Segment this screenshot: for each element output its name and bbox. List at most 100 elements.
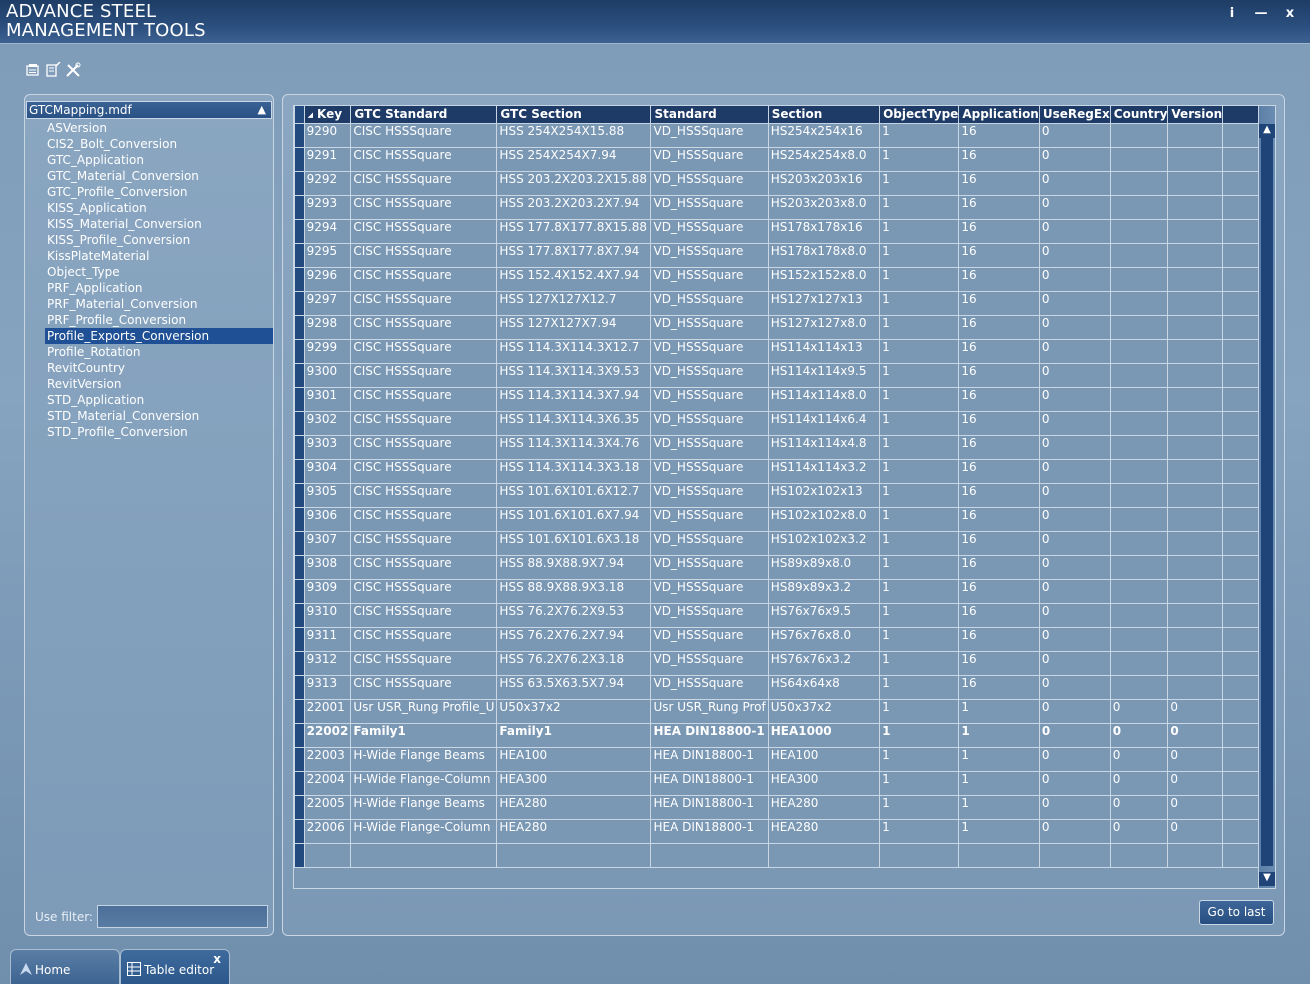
- table-cell[interactable]: 1: [879, 794, 960, 820]
- row-header[interactable]: [294, 146, 305, 172]
- table-cell[interactable]: 0: [1038, 146, 1111, 172]
- table-cell[interactable]: CISC HSSSquare: [350, 434, 498, 460]
- table-cell[interactable]: VD_HSSSquare: [650, 650, 769, 676]
- table-cell[interactable]: [1109, 578, 1169, 604]
- table-cell[interactable]: 0: [1167, 818, 1224, 844]
- table-cell[interactable]: 0: [1038, 410, 1111, 436]
- table-row[interactable]: 9297 CISC HSSSquare HSS 127X127X12.7 VD_HSS…: [294, 290, 1275, 316]
- row-header[interactable]: [294, 482, 305, 508]
- table-cell[interactable]: 16: [958, 506, 1040, 532]
- table-cell[interactable]: [1167, 290, 1224, 316]
- table-list-item[interactable]: Profile_Exports_Conversion: [45, 328, 273, 344]
- table-list-item[interactable]: PRF_Material_Conversion: [45, 296, 273, 312]
- minimize-button[interactable]: —: [1251, 6, 1271, 21]
- table-cell[interactable]: 16: [958, 338, 1040, 364]
- table-cell[interactable]: HS178x178x16: [767, 218, 881, 244]
- table-cell[interactable]: 0: [1038, 338, 1111, 364]
- table-cell[interactable]: [1109, 314, 1169, 340]
- table-cell[interactable]: [1109, 530, 1169, 556]
- table-cell[interactable]: 9299: [303, 338, 352, 364]
- table-list-item[interactable]: KISS_Application: [45, 200, 273, 216]
- table-cell[interactable]: 1: [879, 554, 960, 580]
- table-cell[interactable]: HSS 152.4X152.4X7.94: [496, 266, 652, 292]
- table-cell[interactable]: 0: [1109, 794, 1169, 820]
- table-cell[interactable]: HEA300: [767, 770, 881, 796]
- table-row[interactable]: 9309 CISC HSSSquare HSS 88.9X88.9X3.18 VD_H…: [294, 578, 1275, 604]
- table-cell[interactable]: 1: [879, 674, 960, 700]
- row-header[interactable]: [294, 122, 305, 148]
- table-row[interactable]: 22001 Usr USR_Rung Profile_U U50x37x2 Usr U…: [294, 698, 1275, 724]
- table-list-item[interactable]: Object_Type: [45, 264, 273, 280]
- table-cell[interactable]: VD_HSSSquare: [650, 338, 769, 364]
- table-cell[interactable]: [1109, 146, 1169, 172]
- row-header[interactable]: [294, 314, 305, 340]
- table-cell[interactable]: 16: [958, 650, 1040, 676]
- table-cell[interactable]: 0: [1038, 746, 1111, 772]
- table-cell[interactable]: VD_HSSSquare: [650, 290, 769, 316]
- table-cell[interactable]: HSS 76.2X76.2X7.94: [496, 626, 652, 652]
- table-list-item[interactable]: GTC_Material_Conversion: [45, 168, 273, 184]
- table-cell[interactable]: VD_HSSSquare: [650, 122, 769, 148]
- table-cell[interactable]: [1109, 290, 1169, 316]
- table-cell[interactable]: 16: [958, 146, 1040, 172]
- table-list-item[interactable]: STD_Profile_Conversion: [45, 424, 273, 440]
- table-cell[interactable]: VD_HSSSquare: [650, 362, 769, 388]
- table-cell[interactable]: [879, 842, 960, 868]
- table-cell[interactable]: HS114x114x9.5: [767, 362, 881, 388]
- table-row[interactable]: 22002 Family1 Family1 HEA DIN18800-1 HEA1000…: [294, 722, 1275, 748]
- row-header[interactable]: [294, 242, 305, 268]
- table-cell[interactable]: 9294: [303, 218, 352, 244]
- table-cell[interactable]: [1167, 242, 1224, 268]
- table-cell[interactable]: 0: [1038, 458, 1111, 484]
- column-header[interactable]: GTC Standard: [350, 106, 498, 124]
- column-header[interactable]: Application: [958, 106, 1040, 124]
- table-cell[interactable]: CISC HSSSquare: [350, 458, 498, 484]
- table-cell[interactable]: 1: [879, 434, 960, 460]
- table-cell[interactable]: HSS 101.6X101.6X12.7: [496, 482, 652, 508]
- table-cell[interactable]: 0: [1109, 746, 1169, 772]
- table-cell[interactable]: [1167, 410, 1224, 436]
- table-cell[interactable]: 16: [958, 194, 1040, 220]
- table-cell[interactable]: HS114x114x4.8: [767, 434, 881, 460]
- table-cell[interactable]: VD_HSSSquare: [650, 482, 769, 508]
- table-cell[interactable]: [1167, 266, 1224, 292]
- table-cell[interactable]: 1: [879, 602, 960, 628]
- table-cell[interactable]: HSS 114.3X114.3X3.18: [496, 458, 652, 484]
- row-header[interactable]: [294, 818, 305, 844]
- table-cell[interactable]: [350, 842, 498, 868]
- table-cell[interactable]: 0: [1038, 314, 1111, 340]
- table-cell[interactable]: 16: [958, 266, 1040, 292]
- table-cell[interactable]: 1: [879, 362, 960, 388]
- table-cell[interactable]: [1167, 482, 1224, 508]
- table-row[interactable]: 22004 H-Wide Flange-Column HEA300 HEA DIN18…: [294, 770, 1275, 796]
- table-cell[interactable]: HEA1000: [767, 722, 881, 748]
- row-header[interactable]: [294, 794, 305, 820]
- table-cell[interactable]: 1: [879, 122, 960, 148]
- table-row[interactable]: 9291 CISC HSSSquare HSS 254X254X7.94 VD_HSS…: [294, 146, 1275, 172]
- table-row[interactable]: 9296 CISC HSSSquare HSS 152.4X152.4X7.94 VD…: [294, 266, 1275, 292]
- close-button[interactable]: x: [1280, 6, 1300, 21]
- table-cell[interactable]: HS114x114x8.0: [767, 386, 881, 412]
- table-cell[interactable]: 22004: [303, 770, 352, 796]
- table-cell[interactable]: Usr USR_Rung Prof: [650, 698, 769, 724]
- table-list-item[interactable]: GTC_Application: [45, 152, 273, 168]
- table-cell[interactable]: HSS 88.9X88.9X3.18: [496, 578, 652, 604]
- table-cell[interactable]: 0: [1038, 170, 1111, 196]
- table-cell[interactable]: 1: [958, 746, 1040, 772]
- tab-table-editor[interactable]: Table editor x: [120, 949, 230, 984]
- table-cell[interactable]: CISC HSSSquare: [350, 578, 498, 604]
- table-cell[interactable]: CISC HSSSquare: [350, 146, 498, 172]
- table-cell[interactable]: HSS 114.3X114.3X7.94: [496, 386, 652, 412]
- table-cell[interactable]: 1: [879, 242, 960, 268]
- table-cell[interactable]: 16: [958, 482, 1040, 508]
- table-cell[interactable]: HSS 254X254X7.94: [496, 146, 652, 172]
- table-cell[interactable]: 1: [879, 578, 960, 604]
- table-cell[interactable]: HEA100: [496, 746, 652, 772]
- row-header[interactable]: [294, 674, 305, 700]
- table-cell[interactable]: 16: [958, 602, 1040, 628]
- table-cell[interactable]: 0: [1167, 746, 1224, 772]
- table-cell[interactable]: 9297: [303, 290, 352, 316]
- table-cell[interactable]: [1109, 482, 1169, 508]
- table-cell[interactable]: 1: [879, 386, 960, 412]
- table-cell[interactable]: HSS 114.3X114.3X9.53: [496, 362, 652, 388]
